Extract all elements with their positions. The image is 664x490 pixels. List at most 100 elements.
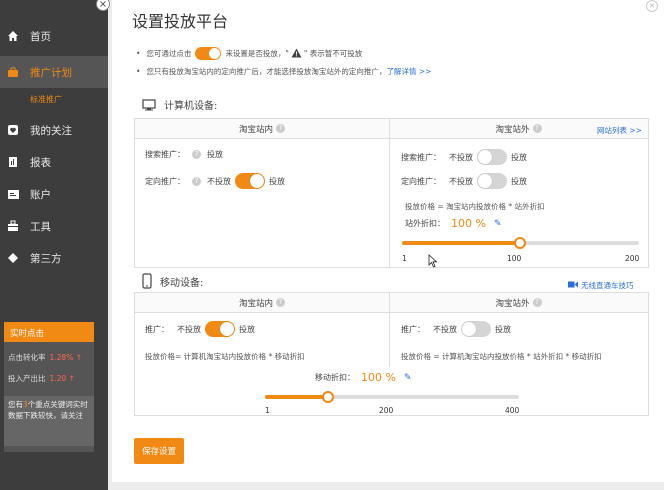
pc-inside-target-toggle[interactable] <box>235 173 265 189</box>
sidebar-item-label: 我的关注 <box>30 124 72 137</box>
off-label: 不投放 <box>177 324 201 334</box>
home-icon <box>6 29 20 43</box>
discount-value: 100 % <box>451 217 486 230</box>
pc-price-formula: 投放价格 = 淘宝站内投放价格 * 站外折扣 <box>405 202 545 211</box>
tip-text: 您可通过点击 <box>146 48 192 58</box>
tips: • 您可通过点击 来设置是否投放，" " 表示暂不可投放 • 您只有投放淘宝站内… <box>136 44 431 80</box>
pc-outside-search-toggle[interactable] <box>477 149 507 165</box>
mobile-discount-row: 移动折扣： 100 % ✎ <box>315 371 412 384</box>
pc-inside-header: 淘宝站内? <box>135 119 389 139</box>
tip-line: • 您可通过点击 来设置是否投放，" " 表示暂不可投放 <box>136 46 363 60</box>
on-label: 投放 <box>495 324 511 334</box>
off-label: 不投放 <box>207 176 231 186</box>
row-label: 定向推广： <box>145 176 185 186</box>
pc-devices-heading: 计算机设备: <box>142 97 217 112</box>
on-label: 投放 <box>269 176 285 186</box>
on-label: 投放 <box>511 152 527 162</box>
row-label: 搜索推广： <box>401 152 441 162</box>
sidebar-item-label: 报表 <box>30 156 51 169</box>
warning-icon <box>291 48 302 58</box>
tip-text: " 表示暂不可投放 <box>303 48 363 58</box>
mobile-outside-header: 淘宝站外? <box>389 293 648 313</box>
section-label: 移动设备: <box>160 277 204 289</box>
help-icon[interactable]: ? <box>532 298 542 307</box>
mobile-outside-toggle[interactable] <box>461 321 491 337</box>
sidebar-item-report[interactable]: 报表 <box>0 146 108 178</box>
help-icon[interactable]: ? <box>276 298 285 307</box>
platform-settings-panel: 设置投放平台 × • 您可通过点击 来设置是否投放，" " 表示暂不可投放 • … <box>112 0 664 482</box>
roi-label: 投入产出比 <box>8 374 46 383</box>
off-label: 不投放 <box>433 324 457 334</box>
realtime-click-box: 实时点击 点击转化率 1.28% ↑ 投入产出比 1.20 ↑ 您有3个重点关键词实… <box>4 322 94 452</box>
pc-outside-target-toggle[interactable] <box>477 173 507 189</box>
pc-discount-row: 站外折扣： 100 % ✎ <box>405 217 502 230</box>
row-label: 推广： <box>145 324 169 334</box>
mobile-discount-slider-knob[interactable] <box>322 391 335 403</box>
keyword-alert-note[interactable]: 您有3个重点关键词实时数据下跌较快，请关注 <box>4 396 94 446</box>
column-header: 淘宝站内 <box>238 124 273 135</box>
section-label: 计算机设备: <box>164 101 218 112</box>
mobile-tips-video-link[interactable]: 无线直通车技巧 <box>568 280 634 291</box>
conversion-rate-row: 点击转化率 1.28% ↑ <box>4 352 94 363</box>
off-label: 不投放 <box>449 176 473 186</box>
note-text: 您有 <box>8 400 23 409</box>
sidebar-item-tools[interactable]: 工具 <box>0 210 108 242</box>
mobile-devices-heading: 移动设备: <box>142 273 203 289</box>
sidebar-item-account[interactable]: 账户 <box>0 178 108 210</box>
off-label: 不投放 <box>449 152 473 162</box>
column-header: 淘宝站内 <box>238 298 273 309</box>
help-icon[interactable]: ? <box>276 124 285 133</box>
slider-tick: 1 <box>265 406 270 415</box>
sidebar-item-label: 工具 <box>30 220 51 233</box>
pc-search-row: 搜索推广： ? 投放 <box>145 149 223 160</box>
sidebar-item-follow[interactable]: 我的关注 <box>0 114 108 146</box>
discount-label: 站外折扣： <box>405 219 445 228</box>
discount-label: 移动折扣： <box>315 373 355 382</box>
sidebar-item-third-party[interactable]: 第三方 <box>0 242 108 274</box>
help-icon[interactable]: ? <box>532 124 542 133</box>
tip-line: • 您只有投放淘宝站内的定向推广后，才能选择投放淘宝站外的定向推广， 了解详情 … <box>136 66 432 77</box>
sidebar-item-home[interactable]: 首页 <box>0 20 108 52</box>
help-icon[interactable]: ? <box>192 150 201 159</box>
mobile-inside-toggle[interactable] <box>205 321 235 337</box>
save-settings-button[interactable]: 保存设置 <box>134 438 184 464</box>
sidebar-item-label: 推广计划 <box>30 66 72 79</box>
toggle-example-icon <box>195 46 222 60</box>
diamond-icon <box>6 251 20 265</box>
mouse-cursor-icon <box>428 254 438 271</box>
help-icon[interactable]: ? <box>192 176 201 186</box>
slider-tick: 100 <box>507 254 522 263</box>
mobile-inside-row: 推广： 不投放 投放 <box>145 321 259 337</box>
roi-value: 1.20 ↑ <box>49 374 75 383</box>
panel-close-icon[interactable]: × <box>646 0 658 12</box>
conversion-label: 点击转化率 <box>8 353 46 362</box>
pc-target-row: 定向推广： ? 不投放 投放 <box>145 173 289 189</box>
sidebar-item-label: 首页 <box>30 30 51 43</box>
pc-out-target-row: 定向推广： 不投放 投放 <box>401 173 531 189</box>
site-list-link[interactable]: 网站列表 >> <box>597 125 642 136</box>
page-title: 设置投放平台 <box>132 12 229 31</box>
learn-more-link[interactable]: 了解详情 >> <box>386 66 431 77</box>
sidebar-item-label: 账户 <box>30 188 51 201</box>
pc-discount-fill <box>402 241 520 245</box>
slider-tick: 200 <box>379 406 394 415</box>
slider-tick: 400 <box>505 406 520 415</box>
sidebar-item-label: 第三方 <box>30 252 62 265</box>
conversion-value: 1.28% ↑ <box>49 353 83 362</box>
tip-text: 您只有投放淘宝站内的定向推广后，才能选择投放淘宝站外的定向推广， <box>146 66 387 76</box>
link-label: 无线直通车技巧 <box>581 281 634 290</box>
heart-icon <box>6 123 20 137</box>
sidebar-item-campaigns[interactable]: 推广计划 <box>0 56 108 88</box>
edit-pencil-icon[interactable]: ✎ <box>404 373 412 383</box>
sidebar: 首页 推广计划 标准推广 我的关注 报表 账户 工具 第三方 实时点击 点击转化… <box>0 0 110 490</box>
row-label: 定向推广： <box>401 176 441 186</box>
mobile-discount-fill <box>265 395 329 399</box>
edit-pencil-icon[interactable]: ✎ <box>494 219 502 229</box>
tip-text: 来设置是否投放，" <box>225 48 289 58</box>
sidebar-subitem-standard[interactable]: 标准推广 <box>0 88 108 110</box>
discount-value: 100 % <box>361 371 396 384</box>
report-icon <box>6 155 20 169</box>
phone-icon <box>142 273 152 289</box>
pc-discount-slider-knob[interactable] <box>513 237 526 249</box>
account-icon <box>6 187 20 201</box>
